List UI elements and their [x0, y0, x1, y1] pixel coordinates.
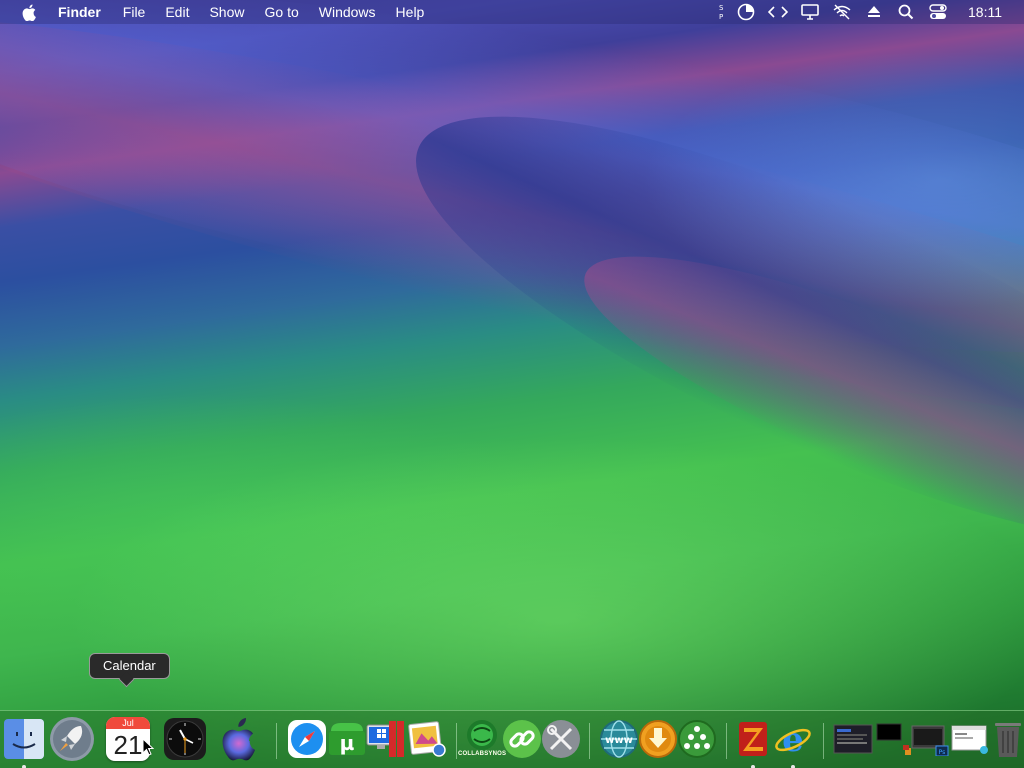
window-thumbnail-icon [876, 723, 911, 755]
rocket-icon [50, 717, 94, 761]
calendar-month: Jul [106, 717, 150, 729]
svg-text:µ: µ [340, 731, 355, 755]
menu-bar-left: Finder File Edit Show Go to Windows Help [0, 0, 434, 24]
filezilla-icon [739, 722, 767, 756]
svg-text:S: S [719, 4, 724, 12]
dock-item-launchpad[interactable] [48, 715, 96, 763]
dock-tooltip: Calendar [89, 653, 170, 679]
apple-menu-icon[interactable] [20, 0, 38, 24]
wrench-screwdriver-icon [542, 720, 580, 758]
dock-separator [589, 723, 590, 759]
dock-item-apple-app[interactable] [214, 715, 262, 763]
dock-separator [823, 723, 824, 759]
menu-bar: Finder File Edit Show Go to Windows Help… [0, 0, 1024, 24]
dock-item-clock[interactable] [161, 715, 209, 763]
svg-text:www: www [605, 735, 633, 746]
menu-bar-clock[interactable]: 18:11 [968, 4, 1002, 20]
dock-item-trash[interactable] [984, 715, 1024, 763]
dock-separator [456, 723, 457, 759]
mouse-cursor-icon [142, 737, 155, 761]
dock-separator [276, 723, 277, 759]
battery-pie-icon[interactable] [735, 0, 757, 24]
trash-icon [995, 723, 1021, 757]
compass-icon [288, 720, 326, 758]
code-icon[interactable] [767, 0, 789, 24]
apple-logo-icon [222, 718, 255, 761]
dock-separator [726, 723, 727, 759]
menu-app-finder[interactable]: Finder [56, 0, 113, 24]
eject-icon[interactable] [863, 0, 885, 24]
dock-item-finder[interactable] [0, 715, 48, 768]
finder-icon [4, 719, 44, 759]
dock-item-system-tools[interactable] [537, 715, 585, 763]
menu-windows[interactable]: Windows [309, 0, 386, 24]
dock-item-network-tool[interactable] [673, 715, 721, 763]
text-input-icon[interactable]: SP [718, 0, 728, 24]
menu-bar-status: SP 18:11 [716, 0, 1024, 24]
dock-item-preview[interactable] [403, 715, 451, 763]
utorrent-icon: µ [329, 723, 365, 755]
menu-edit[interactable]: Edit [155, 0, 199, 24]
dock-item-internet-explorer[interactable]: e [769, 715, 817, 768]
control-center-icon[interactable] [927, 0, 949, 24]
display-icon[interactable] [799, 0, 821, 24]
preview-icon [408, 721, 446, 757]
clock-icon [164, 718, 206, 760]
svg-text:e: e [782, 720, 804, 759]
internet-explorer-icon: e [775, 720, 811, 759]
menu-show[interactable]: Show [199, 0, 254, 24]
menu-go-to[interactable]: Go to [255, 0, 309, 24]
search-icon[interactable] [895, 0, 917, 24]
network-dots-icon [678, 720, 716, 758]
window-thumbnail-icon [833, 724, 873, 754]
menu-help[interactable]: Help [386, 0, 435, 24]
menu-file[interactable]: File [113, 0, 156, 24]
svg-text:P: P [719, 13, 723, 21]
chain-link-icon [503, 720, 541, 758]
wifi-off-icon[interactable] [831, 0, 853, 24]
desktop: Finder File Edit Show Go to Windows Help… [0, 0, 1024, 768]
